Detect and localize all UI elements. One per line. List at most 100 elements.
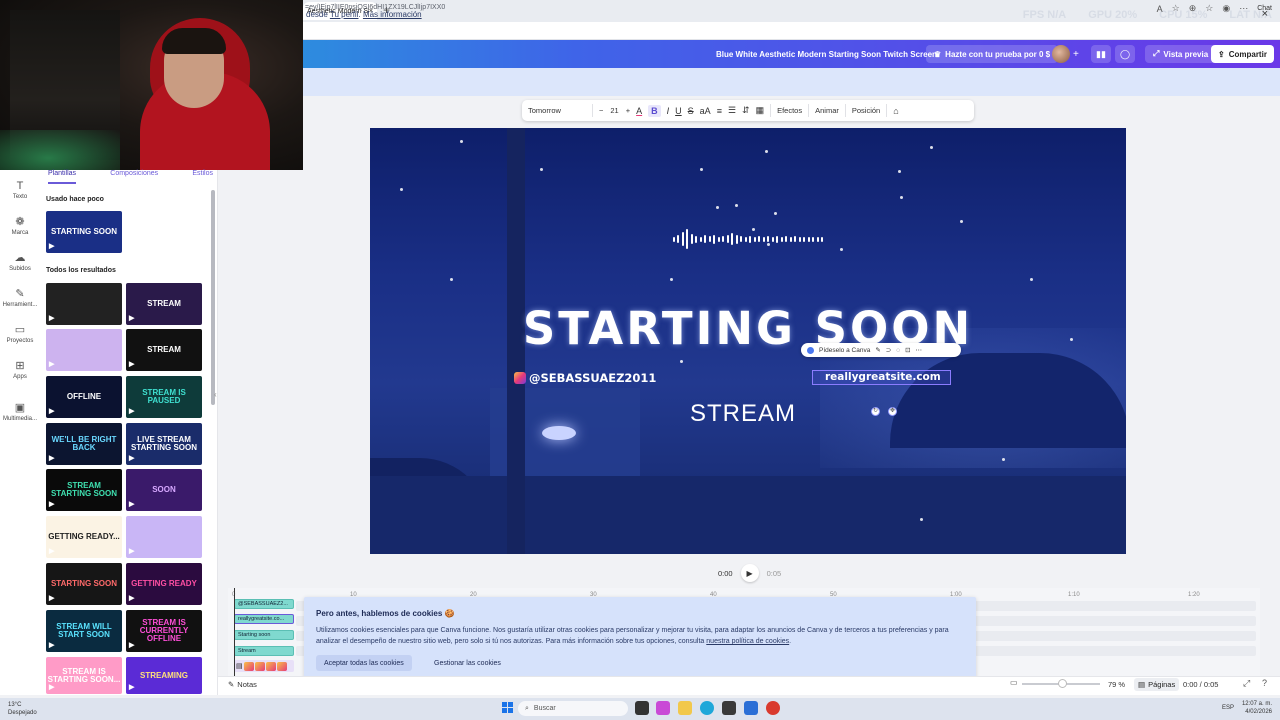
profile-icon[interactable]: ◉ — [1222, 3, 1230, 14]
increase-size-button[interactable]: + — [626, 106, 630, 115]
collapse-panel-icon[interactable]: ‹ — [214, 390, 224, 404]
template-thumb[interactable]: OFFLINE ▶ — [46, 376, 122, 418]
panel-scrollbar[interactable] — [211, 190, 215, 405]
social-handle[interactable]: @SEBASSUAEZ2011 — [514, 371, 656, 385]
effects-button[interactable]: Efectos — [777, 106, 802, 115]
pages-button[interactable]: ▤ Páginas — [1134, 678, 1180, 691]
audio-wave-graphic[interactable] — [673, 228, 823, 250]
list-icon[interactable]: ☰ — [728, 105, 736, 116]
preview-button[interactable]: ⤢ Vista previa — [1145, 45, 1217, 63]
fullscreen-icon[interactable]: ⤢ — [1243, 678, 1250, 689]
translate-icon[interactable]: A — [1157, 4, 1163, 14]
rail-item-brand[interactable]: ❁ Marca — [0, 215, 40, 236]
document-title[interactable]: Blue White Aesthetic Modern Starting Soo… — [716, 50, 937, 59]
template-thumb[interactable]: GETTING READY... ▶ — [46, 516, 122, 558]
favorites-icon[interactable]: ☆ — [1205, 3, 1213, 14]
timeline-track-selected[interactable]: reallygreatsite.co... — [234, 614, 294, 624]
clock[interactable]: 12:07 a. m. 4/02/2026 — [1242, 700, 1272, 716]
taskbar-search[interactable]: ⌕ Buscar — [518, 701, 628, 716]
copy-style-icon[interactable]: ⌂ — [893, 106, 898, 116]
rail-item-apps[interactable]: ⊞ Apps — [0, 359, 40, 380]
more-options-icon[interactable]: ⋯ — [916, 346, 923, 354]
template-thumb[interactable]: STREAM WILL START SOON ▶ — [46, 610, 122, 652]
underline-button[interactable]: U — [675, 106, 682, 116]
template-thumb[interactable]: WE'LL BE RIGHT BACK ▶ — [46, 423, 122, 465]
template-thumb[interactable]: STREAM IS CURRENTLY OFFLINE ▶ — [126, 610, 202, 652]
extensions-icon[interactable]: ⊕ — [1189, 3, 1197, 14]
template-thumb[interactable]: SOON ▶ — [126, 469, 202, 511]
align-icon[interactable]: ≡ — [717, 106, 722, 116]
zoom-level[interactable]: 79 % — [1108, 680, 1125, 689]
spacing-icon[interactable]: ⇵ — [742, 105, 750, 116]
star-icon[interactable]: ☆ — [1172, 3, 1180, 14]
template-thumb[interactable]: GETTING READY ▶ — [126, 563, 202, 605]
font-select[interactable]: Tomorrow — [528, 106, 586, 115]
start-button[interactable] — [502, 702, 513, 713]
zoom-slider-handle[interactable] — [1058, 679, 1067, 688]
app-icon[interactable] — [656, 701, 670, 715]
image-track[interactable]: ▤ — [234, 660, 294, 672]
template-thumb[interactable]: STREAMING ▶ — [126, 657, 202, 694]
template-thumb[interactable]: ▶ — [46, 283, 122, 325]
app-icon[interactable] — [744, 701, 758, 715]
website-text[interactable]: reallygreatsite.com — [825, 371, 941, 383]
template-thumb[interactable]: STREAM IS STARTING SOON... ▶ — [46, 657, 122, 694]
play-button[interactable]: ▶ — [740, 564, 759, 582]
help-icon[interactable]: ? — [1262, 678, 1267, 688]
playhead[interactable] — [234, 588, 235, 678]
position-button[interactable]: Posición — [852, 106, 880, 115]
add-people-icon[interactable]: + — [1073, 49, 1079, 60]
transparency-icon[interactable]: ▦ — [756, 105, 765, 116]
folder-icon[interactable] — [678, 701, 692, 715]
template-thumb[interactable]: ▶ — [126, 516, 202, 558]
chrome-icon[interactable] — [766, 701, 780, 715]
task-view-icon[interactable] — [635, 701, 649, 715]
manage-cookies-button[interactable]: Gestionar las cookies — [434, 655, 501, 671]
template-thumb[interactable]: STREAM ▶ — [126, 329, 202, 371]
more-icon[interactable]: ⋯ — [1239, 3, 1248, 14]
close-icon[interactable]: × — [1262, 8, 1268, 20]
edge-icon[interactable] — [700, 701, 714, 715]
edit-icon[interactable]: ✎ — [875, 346, 880, 354]
accept-cookies-button[interactable]: Aceptar todas las cookies — [316, 655, 412, 671]
timeline-track[interactable]: Stream — [234, 646, 294, 656]
template-thumb[interactable]: ▶ — [46, 329, 122, 371]
trial-button[interactable]: ♛ Hazte con tu prueba por 0 $ — [926, 45, 1059, 63]
heading-text[interactable]: STARTING SOON — [370, 302, 1126, 355]
tab-compositions[interactable]: Composiciones — [110, 170, 158, 184]
template-thumb[interactable]: STARTING SOON ▶ — [46, 563, 122, 605]
template-thumb[interactable]: LIVE STREAM STARTING SOON ▶ — [126, 423, 202, 465]
text-color-icon[interactable]: A — [636, 106, 642, 116]
link-icon[interactable]: ⊃ — [886, 346, 891, 354]
timeline-track[interactable]: Starting soon — [234, 630, 294, 640]
tab-styles[interactable]: Estilos — [192, 170, 213, 184]
more-info-link[interactable]: Más información — [363, 10, 422, 19]
decrease-size-button[interactable]: − — [599, 106, 603, 115]
template-thumb[interactable]: STREAM IS PAUSED ▶ — [126, 376, 202, 418]
rotate-handle-icon[interactable]: ↻ — [871, 407, 880, 416]
tab-templates[interactable]: Plantillas — [48, 170, 77, 184]
profile-link[interactable]: Tu perfil — [330, 10, 359, 19]
notes-button[interactable]: ✎ Notas — [228, 680, 257, 689]
strikethrough-button[interactable]: S — [688, 106, 694, 116]
design-canvas[interactable]: STARTING SOON @SEBASSUAEZ2011 Pídeselo a… — [370, 128, 1126, 554]
language-indicator[interactable]: ESP — [1222, 704, 1234, 712]
stream-text[interactable]: STREAM — [690, 400, 796, 428]
rail-item-tools[interactable]: ✎ Herramient... — [0, 287, 40, 308]
template-thumb[interactable]: STREAM ▶ — [126, 283, 202, 325]
lock-icon[interactable]: ⊡ — [905, 346, 910, 354]
move-handle-icon[interactable]: ✥ — [888, 407, 897, 416]
font-size-stepper[interactable]: − 21 + — [599, 106, 630, 115]
template-thumb[interactable]: STREAM STARTING SOON ▶ — [46, 469, 122, 511]
recent-template-thumb[interactable]: STARTING SOON ▶ — [46, 211, 122, 253]
rail-item-media[interactable]: ▣ Multimedia... — [0, 401, 40, 422]
rail-item-uploads[interactable]: ☁ Subidos — [0, 251, 40, 272]
rail-item-projects[interactable]: ▭ Proyectos — [0, 323, 40, 344]
app-icon[interactable] — [722, 701, 736, 715]
font-size-value[interactable]: 21 — [610, 106, 618, 115]
rail-item-text[interactable]: T Texto — [0, 180, 40, 200]
comments-icon[interactable]: ◯ — [1115, 45, 1135, 63]
case-button[interactable]: aA — [700, 106, 711, 116]
animate-button[interactable]: Animar — [815, 106, 839, 115]
bold-button[interactable]: B — [648, 104, 661, 117]
